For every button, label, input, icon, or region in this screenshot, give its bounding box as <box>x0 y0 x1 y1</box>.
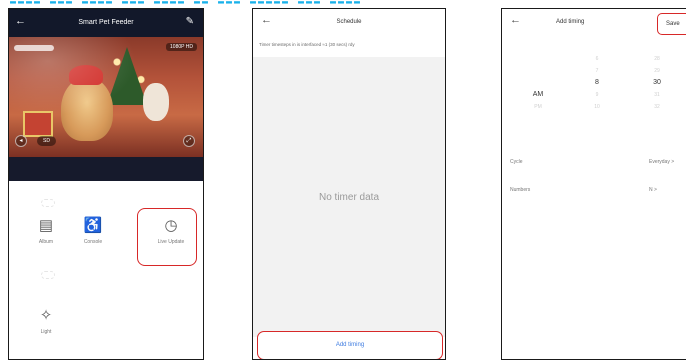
row-label: Cycle <box>510 159 523 165</box>
feature-light[interactable]: ✧ Light <box>24 307 68 335</box>
signal-bar <box>14 45 54 51</box>
device-title: Smart Pet Feeder <box>78 19 134 26</box>
minute-picker[interactable]: 28 29 30 31 32 <box>648 53 666 113</box>
feature-console[interactable]: ♿ Console <box>71 217 115 245</box>
schedule-title: Schedule <box>336 19 362 25</box>
row-label: Numbers <box>510 187 531 193</box>
caption-fragment: ▬▬▬▬ ▬▬▬ ▬▬▬▬ ▬▬▬ ▬▬▬▬ ▬▬ ▬▬▬ ▬▬▬▬▬ ▬▬▬ … <box>10 0 363 8</box>
picker-option[interactable]: 29 <box>648 65 666 77</box>
picker-option[interactable]: 28 <box>648 53 666 65</box>
picker-option[interactable]: 31 <box>648 89 666 101</box>
placeholder-outline <box>41 199 55 207</box>
video-control-bar <box>9 157 203 181</box>
empty-state-text: No timer data <box>318 192 380 203</box>
save-button[interactable]: Save <box>657 13 686 35</box>
picker-option[interactable]: PM <box>528 101 548 113</box>
picker-option[interactable]: 32 <box>648 101 666 113</box>
fullscreen-icon[interactable]: ⤢ <box>183 135 195 147</box>
schedule-note: Timer timesteps in is interfaced ≈1 (30 … <box>259 42 355 47</box>
back-arrow-icon[interactable]: ← <box>510 15 521 26</box>
mute-icon[interactable]: ◂ <box>15 135 27 147</box>
row-value: Everyday > <box>649 159 675 165</box>
picker-option[interactable]: 6 <box>590 53 604 65</box>
add-timing-title: Add timing <box>556 19 585 25</box>
picker-option[interactable]: 8 <box>590 77 604 89</box>
cycle-row[interactable]: Cycle Everyday > <box>510 159 686 165</box>
picker-option[interactable]: 7 <box>590 65 604 77</box>
schedule-header: ← Schedule <box>253 9 445 37</box>
placeholder-outline <box>41 271 55 279</box>
feature-album[interactable]: ▤ Album <box>24 217 68 245</box>
add-timing-button[interactable]: Add timing <box>257 331 443 359</box>
highlight-annotation <box>137 208 197 266</box>
phone-screen-device: ← Smart Pet Feeder ✎ 1080P HD ◂ SD ⤢ ▤ A… <box>8 8 204 360</box>
feature-label: Console <box>83 239 103 245</box>
phone-screen-schedule: ← Schedule Timer timesteps in is interfa… <box>252 8 446 360</box>
resolution-badge[interactable]: 1080P HD <box>166 43 197 51</box>
light-icon: ✧ <box>39 307 53 324</box>
pencil-icon[interactable]: ✎ <box>186 16 194 27</box>
ampm-picker[interactable]: AM PM <box>528 89 548 113</box>
picker-option[interactable]: 9 <box>590 89 604 101</box>
quality-pill[interactable]: SD <box>37 136 56 146</box>
console-icon: ♿ <box>83 217 103 234</box>
numbers-row[interactable]: Numbers N > <box>510 187 686 193</box>
feature-label: Album <box>38 239 54 245</box>
feature-label: Light <box>40 329 52 335</box>
phone-screen-add-timing: ← Add timing Save AM PM 6 7 8 9 10 28 29… <box>501 8 686 360</box>
hour-picker[interactable]: 6 7 8 9 10 <box>590 53 604 113</box>
device-header: ← Smart Pet Feeder ✎ <box>9 9 203 37</box>
picker-option[interactable]: AM <box>528 89 548 101</box>
row-value: N > <box>649 187 657 193</box>
album-icon: ▤ <box>38 217 54 234</box>
live-video-feed[interactable]: 1080P HD ◂ SD ⤢ <box>9 37 203 157</box>
picker-option[interactable]: 30 <box>648 77 666 89</box>
picker-option[interactable]: 10 <box>590 101 604 113</box>
